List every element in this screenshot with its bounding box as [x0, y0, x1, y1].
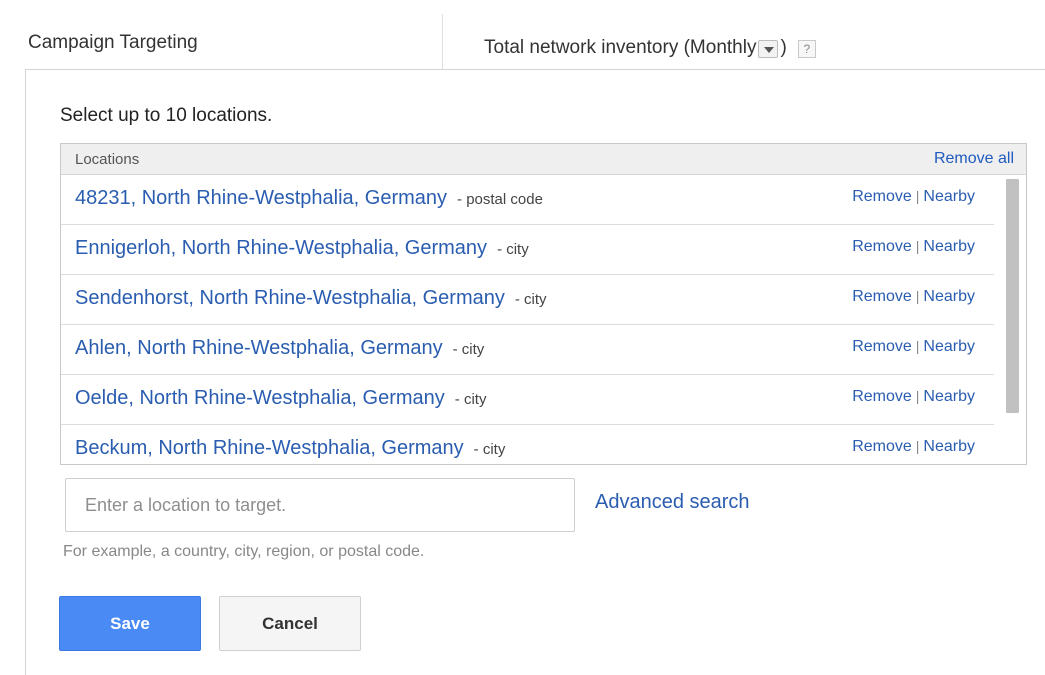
location-actions: Remove | Nearby: [852, 338, 975, 356]
nearby-link[interactable]: Nearby: [923, 438, 975, 455]
location-search-input[interactable]: [65, 478, 575, 532]
location-row: Ennigerloh, North Rhine-Westphalia, Germ…: [61, 225, 995, 275]
location-type: - postal code: [457, 191, 543, 208]
save-button[interactable]: Save: [59, 596, 201, 651]
header-left-cell: Campaign Targeting: [0, 14, 443, 70]
location-row: Ahlen, North Rhine-Westphalia, Germany - …: [61, 325, 995, 375]
location-name-link[interactable]: Oelde, North Rhine-Westphalia, Germany - …: [75, 387, 486, 410]
location-actions: Remove | Nearby: [852, 188, 975, 206]
remove-all-link[interactable]: Remove all: [934, 150, 1014, 168]
location-type: - city: [514, 291, 547, 308]
location-type: - city: [497, 241, 529, 258]
remove-link[interactable]: Remove: [852, 288, 912, 305]
location-name: 48231, North Rhine-Westphalia, Germany: [75, 187, 448, 209]
scrollbar-thumb[interactable]: [1006, 179, 1019, 413]
location-name: Ennigerloh, North Rhine-Westphalia, Germ…: [75, 237, 488, 259]
panel-left-border: [25, 70, 26, 675]
campaign-targeting-page: Campaign Targeting Total network invento…: [0, 0, 1045, 675]
location-row: Oelde, North Rhine-Westphalia, Germany - …: [61, 375, 995, 425]
cancel-button[interactable]: Cancel: [219, 596, 361, 651]
remove-link[interactable]: Remove: [852, 238, 912, 255]
location-name: Sendenhorst, North Rhine-Westphalia, Ger…: [75, 287, 505, 309]
chevron-down-icon[interactable]: [758, 40, 779, 58]
location-name-link[interactable]: Beckum, North Rhine-Westphalia, Germany -…: [75, 437, 505, 460]
location-name: Ahlen, North Rhine-Westphalia, Germany: [75, 337, 443, 359]
nearby-link[interactable]: Nearby: [923, 238, 975, 255]
location-actions: Remove | Nearby: [852, 288, 975, 306]
nearby-link[interactable]: Nearby: [923, 338, 975, 355]
location-name: Oelde, North Rhine-Westphalia, Germany: [75, 387, 445, 409]
location-name-link[interactable]: Sendenhorst, North Rhine-Westphalia, Ger…: [75, 287, 547, 310]
location-row: Beckum, North Rhine-Westphalia, Germany -…: [61, 425, 995, 464]
location-actions: Remove | Nearby: [852, 388, 975, 406]
nearby-link[interactable]: Nearby: [923, 288, 975, 305]
remove-link[interactable]: Remove: [852, 188, 912, 205]
nearby-link[interactable]: Nearby: [923, 388, 975, 405]
locations-column-header: Locations: [75, 151, 140, 168]
remove-link[interactable]: Remove: [852, 388, 912, 405]
remove-link[interactable]: Remove: [852, 438, 912, 455]
action-separator: |: [915, 188, 920, 204]
action-separator: |: [915, 288, 920, 304]
location-type: - city: [452, 341, 485, 358]
location-row: 48231, North Rhine-Westphalia, Germany - …: [61, 175, 995, 225]
location-name: Beckum, North Rhine-Westphalia, Germany: [75, 437, 464, 459]
remove-link[interactable]: Remove: [852, 338, 912, 355]
close-paren: ): [780, 37, 787, 58]
search-hint-text: For example, a country, city, region, or…: [63, 543, 425, 560]
action-separator: |: [915, 388, 920, 404]
advanced-search-link[interactable]: Advanced search: [595, 491, 750, 514]
location-name-link[interactable]: 48231, North Rhine-Westphalia, Germany - …: [75, 187, 543, 210]
action-separator: |: [915, 338, 920, 354]
location-row: Sendenhorst, North Rhine-Westphalia, Ger…: [61, 275, 995, 325]
location-actions: Remove | Nearby: [852, 438, 975, 456]
location-name-link[interactable]: Ahlen, North Rhine-Westphalia, Germany - …: [75, 337, 484, 360]
location-actions: Remove | Nearby: [852, 238, 975, 256]
scrollbar-track[interactable]: [994, 175, 1026, 464]
locations-list: 48231, North Rhine-Westphalia, Germany - …: [61, 175, 995, 464]
locations-table-header: Locations Remove all: [61, 144, 1026, 175]
help-icon[interactable]: ?: [797, 40, 816, 58]
instruction-text: Select up to 10 locations.: [60, 105, 273, 126]
action-separator: |: [915, 438, 920, 454]
location-name-link[interactable]: Ennigerloh, North Rhine-Westphalia, Germ…: [75, 237, 529, 260]
inventory-label: Total network inventory (Monthly: [484, 37, 757, 58]
locations-table: Locations Remove all 48231, North Rhine-…: [60, 143, 1027, 465]
location-type: - city: [454, 391, 487, 408]
header-divider: [25, 69, 1045, 70]
page-title: Campaign Targeting: [28, 32, 198, 53]
action-separator: |: [915, 238, 920, 254]
inventory-header: Total network inventory (Monthly ) ?: [484, 37, 816, 59]
location-type: - city: [473, 441, 506, 458]
nearby-link[interactable]: Nearby: [923, 188, 975, 205]
